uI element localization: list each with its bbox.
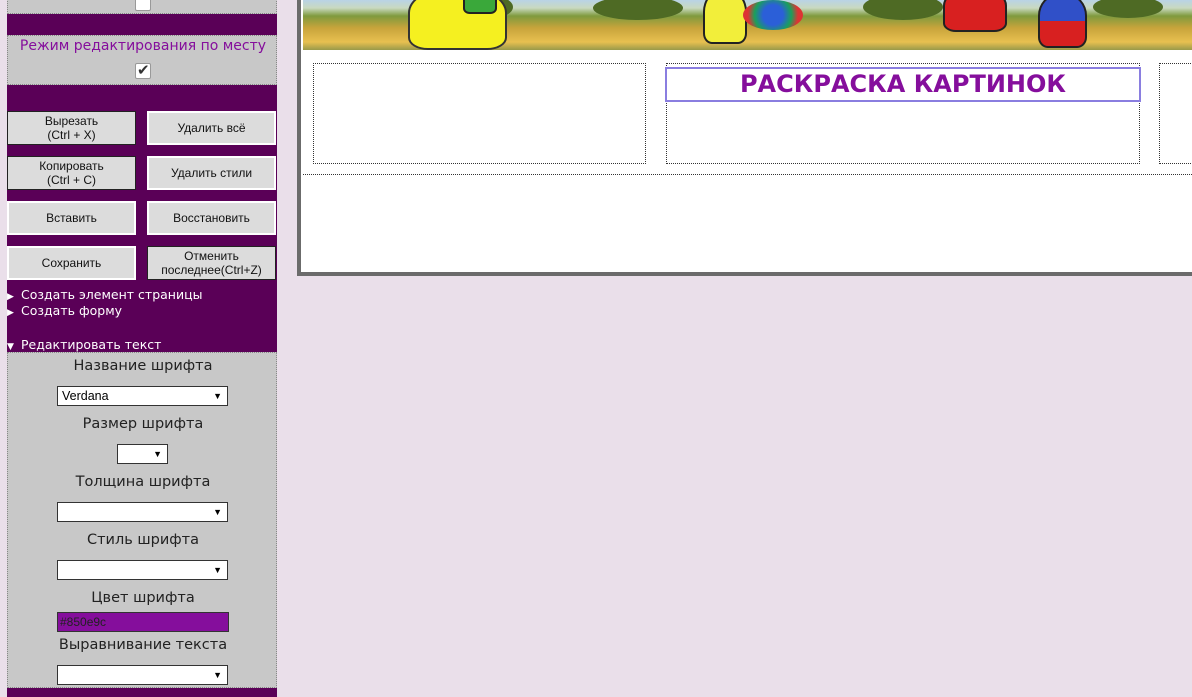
delete-styles-button[interactable]: Удалить стили — [147, 156, 276, 190]
layout-cell-left[interactable] — [313, 63, 646, 164]
font-weight-label: Толщина шрифта — [75, 474, 211, 490]
save-button[interactable]: Сохранить — [7, 246, 136, 280]
inplace-edit-panel: Режим редактирования по месту — [7, 35, 277, 85]
menu-create-form[interactable]: ▶ Создать форму — [7, 303, 122, 321]
banner-character-blue — [1038, 0, 1087, 48]
row-divider — [303, 174, 1192, 175]
banner-character-green — [463, 0, 497, 14]
font-color-label: Цвет шрифта — [91, 590, 195, 606]
text-align-label: Выравнивание текста — [58, 637, 228, 653]
font-size-select[interactable]: ▼ — [117, 444, 168, 464]
banner-character-bird — [703, 0, 747, 44]
font-style-label: Стиль шрифта — [86, 532, 200, 548]
dropdown-caret-icon: ▼ — [213, 565, 222, 575]
font-size-label: Размер шрифта — [82, 416, 204, 432]
dropdown-caret-icon: ▼ — [213, 670, 222, 680]
header-banner-image — [303, 0, 1192, 50]
font-weight-select[interactable]: ▼ — [57, 502, 228, 522]
font-style-select[interactable]: ▼ — [57, 560, 228, 580]
banner-character-red — [943, 0, 1007, 32]
restore-button[interactable]: Восстановить — [147, 201, 276, 235]
delete-all-button[interactable]: Удалить всё — [147, 111, 276, 145]
editor-sidebar: Режим редактирования по месту Вырезать (… — [7, 0, 277, 697]
undo-button[interactable]: Отменить последнее(Ctrl+Z) — [147, 246, 276, 280]
cut-button[interactable]: Вырезать (Ctrl + X) — [7, 111, 136, 145]
inplace-edit-checkbox[interactable] — [135, 61, 151, 79]
banner-butterfly — [743, 0, 803, 30]
font-name-select[interactable]: Verdana ▼ — [57, 386, 228, 406]
font-name-label: Название шрифта — [73, 358, 213, 374]
text-edit-panel: Название шрифта Verdana ▼ Размер шрифта … — [7, 352, 277, 688]
dropdown-caret-icon: ▼ — [213, 391, 222, 401]
top-option-panel — [7, 0, 277, 14]
page-heading[interactable]: РАСКРАСКА КАРТИНОК — [665, 67, 1141, 102]
layout-cell-right[interactable] — [1159, 63, 1192, 164]
banner-tree — [1093, 0, 1163, 18]
top-checkbox[interactable] — [135, 0, 151, 11]
text-align-select[interactable]: ▼ — [57, 665, 228, 685]
paste-button[interactable]: Вставить — [7, 201, 136, 235]
font-color-input[interactable]: #850e9c — [57, 612, 229, 632]
triangle-right-icon: ▶ — [7, 308, 14, 318]
banner-tree — [593, 0, 683, 20]
banner-tree — [863, 0, 943, 20]
inplace-edit-label: Режим редактирования по месту — [19, 38, 267, 54]
dropdown-caret-icon: ▼ — [153, 449, 162, 459]
dropdown-caret-icon: ▼ — [213, 507, 222, 517]
copy-button[interactable]: Копировать (Ctrl + C) — [7, 156, 136, 190]
